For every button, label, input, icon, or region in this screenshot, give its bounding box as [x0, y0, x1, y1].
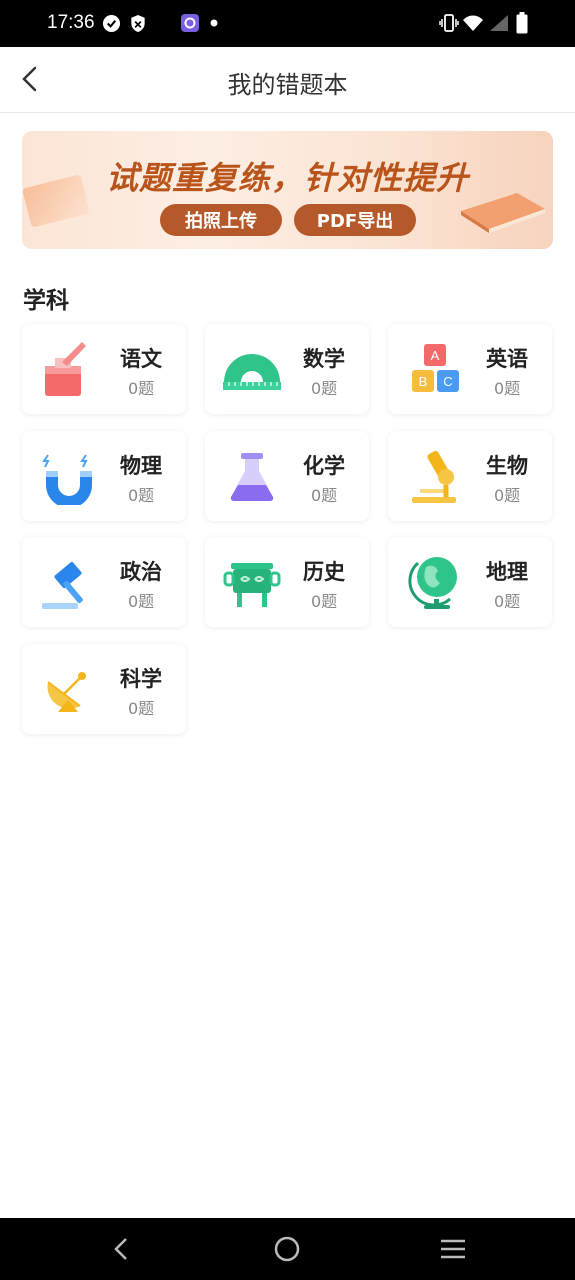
subject-count: 0题 — [311, 379, 338, 398]
app-header: 我的错题本 — [0, 47, 575, 113]
subject-count: 0题 — [128, 379, 155, 398]
subject-card-geography[interactable]: 地理 0题 — [388, 537, 552, 627]
ink-bottle-icon — [45, 342, 86, 396]
subject-name: 化学 — [303, 454, 345, 478]
subject-count: 0题 — [311, 486, 338, 505]
app-notification-icon — [181, 14, 199, 32]
subject-name: 地理 — [486, 560, 528, 584]
bronze-vessel-icon — [223, 563, 281, 607]
subject-name: 历史 — [303, 560, 345, 584]
subject-card-physics[interactable]: 物理 0题 — [22, 431, 186, 521]
wifi-icon — [463, 15, 483, 31]
protractor-icon — [223, 354, 281, 390]
vibrate-icon — [439, 14, 459, 32]
subject-name: 物理 — [120, 454, 162, 478]
subject-count: 0题 — [494, 379, 521, 398]
subject-card-english[interactable]: A B C 英语 0题 — [388, 324, 552, 414]
nav-menu-icon — [441, 1239, 465, 1259]
battery-icon — [516, 12, 528, 34]
subject-card-politics[interactable]: 政治 0题 — [22, 537, 186, 627]
status-time: 17:36 — [47, 12, 95, 33]
pdf-export-button[interactable]: PDF导出 — [294, 204, 416, 236]
subject-name: 政治 — [120, 560, 162, 584]
nav-back-button[interactable] — [101, 1231, 141, 1267]
page-title: 我的错题本 — [227, 71, 348, 99]
subject-count: 0题 — [128, 592, 155, 611]
dot-icon — [210, 19, 218, 27]
subject-name: 生物 — [486, 454, 528, 478]
subject-name: 科学 — [120, 667, 162, 691]
status-bar: 17:36 — [0, 0, 575, 47]
photo-upload-button[interactable]: 拍照上传 — [160, 204, 282, 236]
svg-text:A: A — [431, 348, 440, 363]
nav-menu-button[interactable] — [433, 1231, 473, 1267]
section-title: 学科 — [23, 288, 69, 314]
subject-count: 0题 — [128, 699, 155, 718]
svg-text:B: B — [419, 374, 428, 389]
subject-card-math[interactable]: 数学 0题 — [205, 324, 369, 414]
magnet-icon — [42, 454, 92, 505]
microscope-icon — [412, 450, 456, 503]
subject-card-chinese[interactable]: 语文 0题 — [22, 324, 186, 414]
abc-blocks-icon: A B C — [412, 344, 459, 392]
subject-name: 语文 — [120, 347, 162, 371]
subject-card-biology[interactable]: 生物 0题 — [388, 431, 552, 521]
signal-icon — [490, 15, 508, 31]
promo-banner[interactable]: 试题重复练，针对性提升 拍照上传 PDF导出 — [22, 131, 553, 249]
subject-card-science[interactable]: 科学 0题 — [22, 644, 186, 734]
globe-icon — [408, 557, 457, 609]
subject-count: 0题 — [494, 592, 521, 611]
nav-back-icon — [114, 1238, 127, 1260]
subject-card-chemistry[interactable]: 化学 0题 — [205, 431, 369, 521]
shield-icon — [131, 14, 145, 33]
subject-count: 0题 — [494, 486, 521, 505]
svg-text:C: C — [443, 374, 452, 389]
satellite-dish-icon — [47, 672, 86, 712]
subject-name: 英语 — [486, 347, 528, 371]
flask-icon — [230, 453, 274, 501]
system-nav-bar — [0, 1218, 575, 1280]
nav-home-icon — [274, 1236, 300, 1262]
banner-title: 试题重复练，针对性提升 — [105, 159, 469, 197]
gavel-icon — [42, 561, 83, 609]
check-circle-icon — [102, 14, 121, 33]
nav-home-button[interactable] — [267, 1231, 307, 1267]
subject-count: 0题 — [311, 592, 338, 611]
subject-count: 0题 — [128, 486, 155, 505]
subject-name: 数学 — [303, 347, 345, 371]
subject-card-history[interactable]: 历史 0题 — [205, 537, 369, 627]
